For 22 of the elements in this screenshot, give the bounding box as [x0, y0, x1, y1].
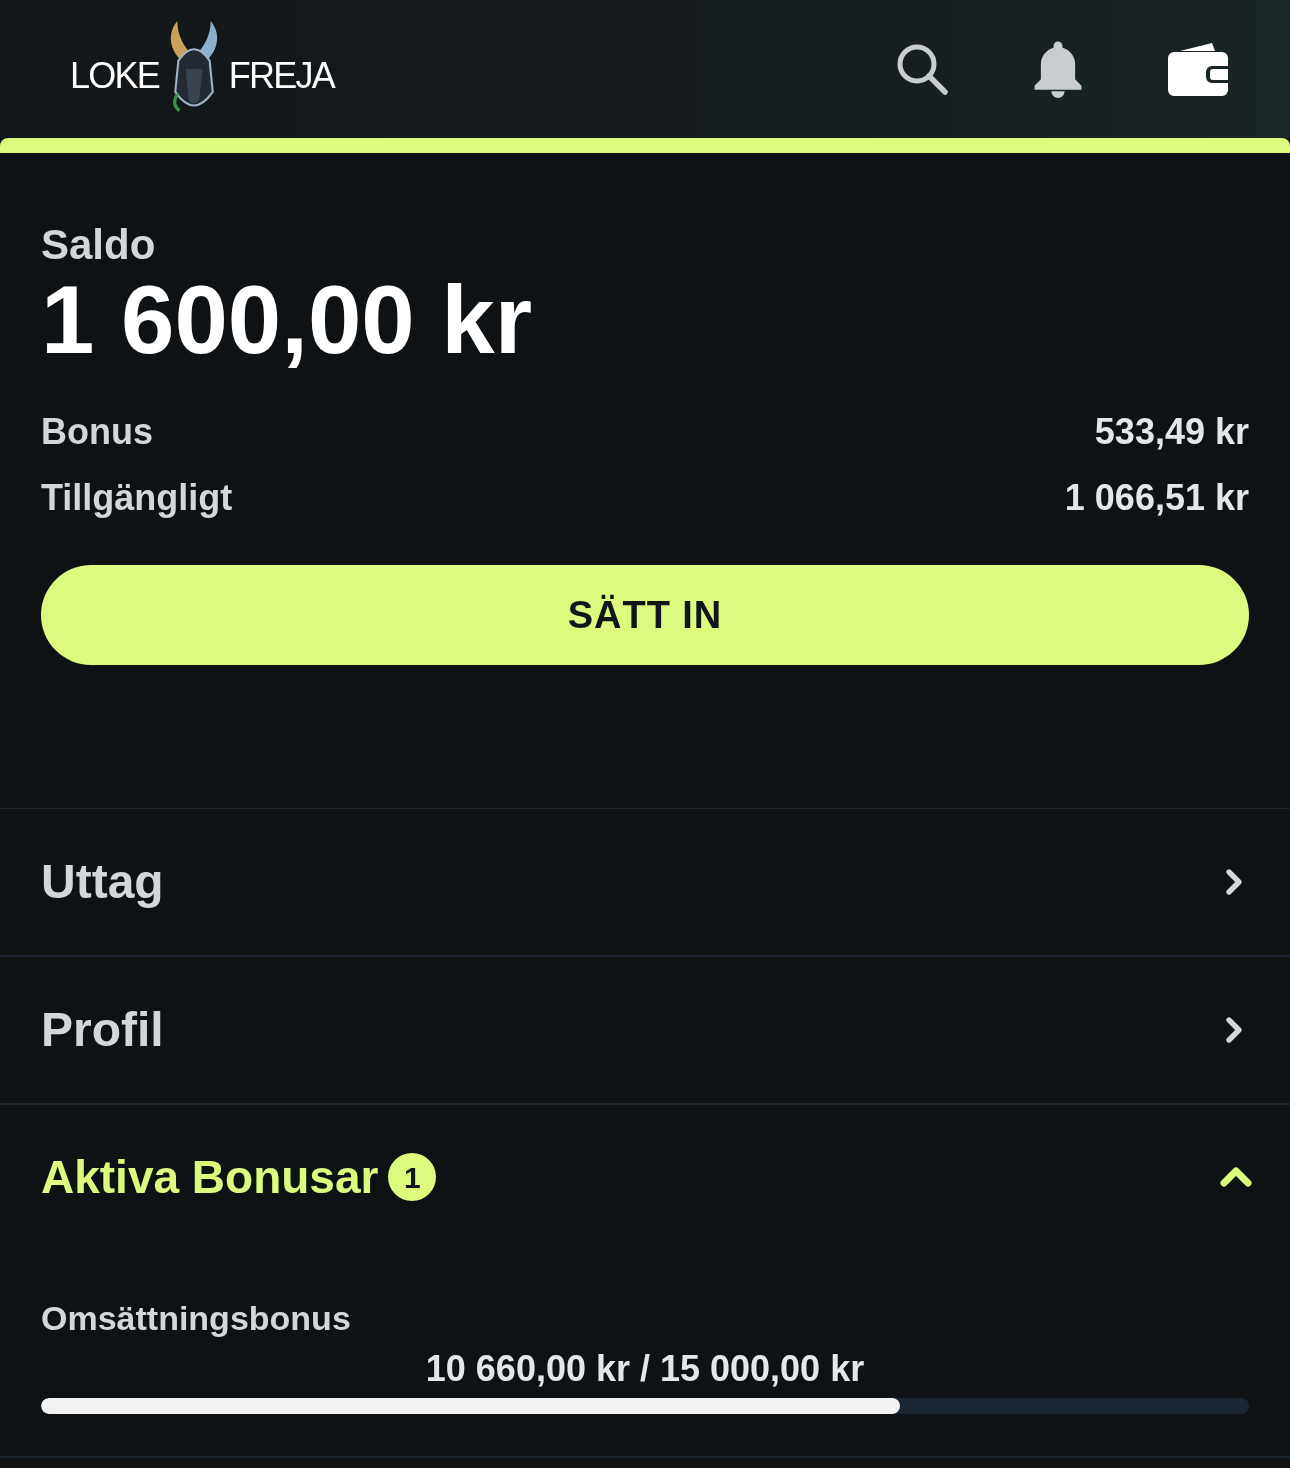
search-icon: [896, 43, 948, 95]
logo-text: LOKE: [70, 58, 159, 94]
deposit-button[interactable]: SÄTT IN: [41, 565, 1249, 665]
wallet-button[interactable]: [1168, 42, 1228, 96]
balance-row-label: Tillgängligt: [41, 476, 233, 520]
bonus-progress-text: 10 660,00 kr / 15 000,00 kr: [424, 1348, 866, 1390]
bonus-name: Omsättningsbonus: [41, 1298, 352, 1339]
accordion-header[interactable]: Aktiva Bonusar 1: [0, 1105, 1290, 1249]
logo-text: FREJA: [228, 58, 334, 94]
balance-row-value: 1 066,51 kr: [1064, 476, 1249, 520]
wallet-icon: [1168, 42, 1228, 96]
balance-row-label: Bonus: [41, 410, 153, 454]
notifications-button[interactable]: [1032, 40, 1084, 98]
menu-item[interactable]: Uttag: [0, 809, 1290, 957]
bell-icon: [1032, 40, 1084, 98]
balance-row-value: 533,49 kr: [1094, 410, 1249, 454]
balance-label: Saldo: [41, 220, 157, 270]
menu-item[interactable]: Profil: [0, 957, 1290, 1105]
section-title: Aktiva Bonusar: [41, 1149, 379, 1205]
count-badge: 1: [388, 1153, 437, 1201]
balance-amount: 1 600,00 kr: [41, 272, 534, 368]
search-button[interactable]: [896, 43, 948, 95]
